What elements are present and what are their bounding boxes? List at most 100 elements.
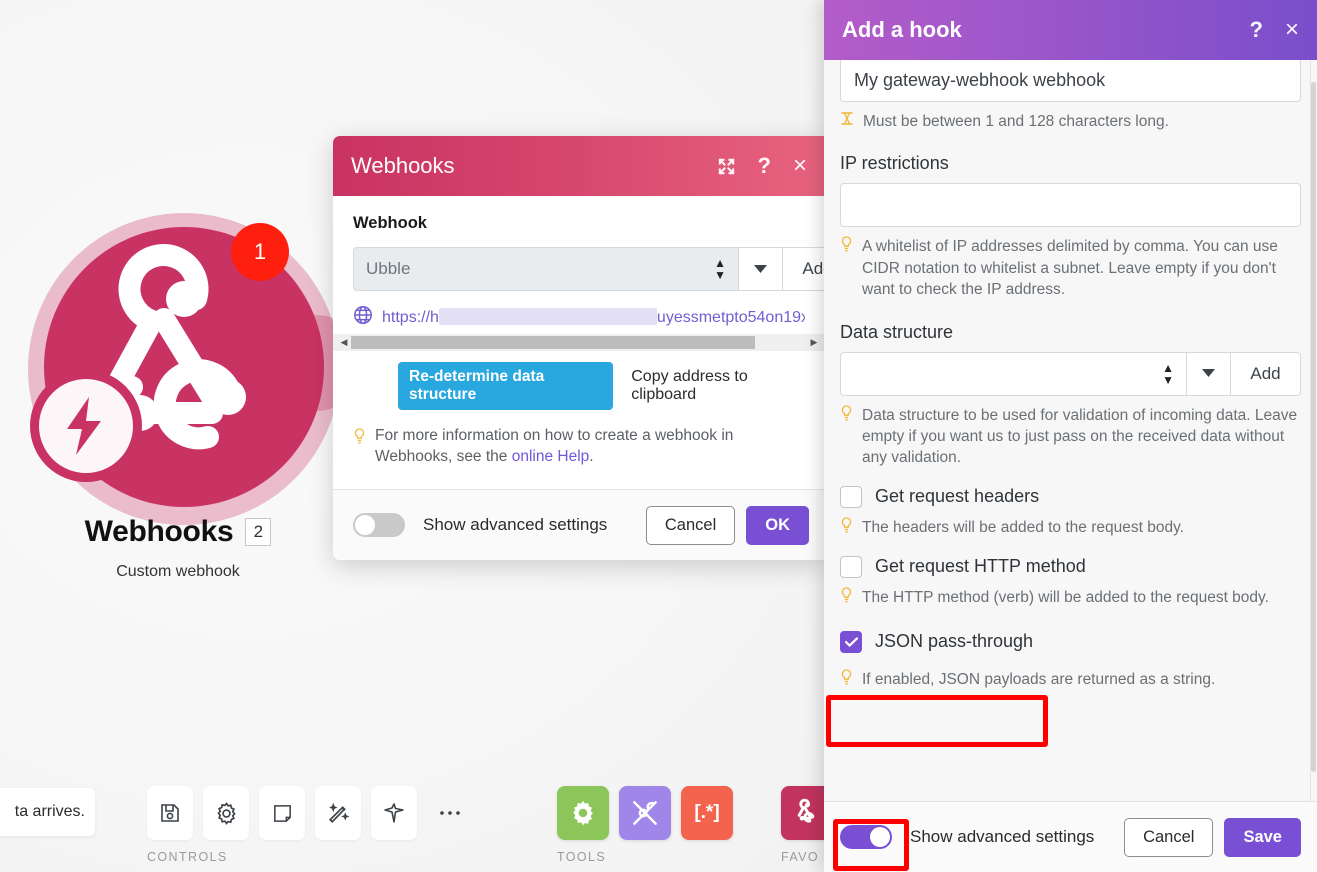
webhook-select-value: Ubble [366, 259, 411, 278]
webhooks-dialog-title: Webhooks [351, 153, 455, 178]
webhook-url[interactable]: https://h uyessmetpto54on19xc [382, 308, 805, 327]
show-advanced-settings-toggle-dialog[interactable] [353, 513, 405, 537]
expand-icon[interactable] [717, 157, 736, 176]
data-structure-add-button[interactable]: Add [1231, 351, 1301, 396]
help-icon[interactable]: ? [1250, 17, 1263, 43]
add-hook-panel-footer: Show advanced settings Cancel Save [824, 801, 1317, 872]
webhooks-dialog-header: Webhooks ? × [333, 136, 825, 196]
webhook-select-dropdown-toggle[interactable] [739, 247, 783, 291]
spinner-arrows-icon: ▲ ▼ [714, 256, 726, 282]
get-request-headers-hint-text: The headers will be added to the request… [862, 518, 1184, 536]
data-structure-hint: Data structure to be used for validation… [840, 404, 1301, 469]
show-advanced-settings-label-dialog: Show advanced settings [423, 515, 608, 534]
webhooks-dialog-header-actions: ? × [717, 152, 807, 180]
spinner-arrows-icon: ▲ ▼ [1162, 360, 1174, 387]
get-request-http-method-label: Get request HTTP method [875, 556, 1086, 577]
controls-group [147, 786, 473, 840]
data-structure-dropdown-toggle[interactable] [1187, 351, 1231, 396]
controls-label: CONTROLS [147, 850, 228, 864]
get-request-headers-row[interactable]: Get request headers [840, 485, 1301, 508]
get-request-http-method-hint-text: The HTTP method (verb) will be added to … [862, 588, 1269, 606]
json-pass-through-checkbox[interactable] [840, 630, 862, 653]
webhook-hint: For more information on how to create a … [353, 426, 805, 467]
redetermine-data-structure-button[interactable]: Re-determine data structure [398, 362, 614, 410]
tools-gear-tile[interactable] [557, 786, 609, 840]
data-structure-select[interactable]: ▲ ▼ [840, 351, 1187, 396]
save-button[interactable]: Save [1224, 817, 1301, 857]
lightbulb-icon [840, 236, 853, 258]
get-request-http-method-row[interactable]: Get request HTTP method [840, 555, 1301, 578]
show-advanced-settings-label-panel: Show advanced settings [910, 827, 1095, 846]
cancel-button-dialog[interactable]: Cancel [645, 505, 736, 545]
node-title-row: Webhooks 2 [18, 515, 338, 549]
webhook-select-row: Ubble ▲▼ Add [353, 247, 825, 291]
lightbulb-icon [840, 668, 853, 691]
add-hook-panel: Add a hook ? × My gateway-webhook webhoo… [824, 0, 1317, 872]
ok-button[interactable]: OK [746, 505, 809, 545]
copy-address-button[interactable]: Copy address to clipboard [631, 368, 805, 404]
json-pass-through-row[interactable]: JSON pass-through [840, 630, 1301, 653]
note-icon[interactable] [259, 786, 305, 840]
webhook-url-redacted [438, 308, 657, 325]
tools-wrench-tile[interactable] [619, 786, 671, 840]
characters-limit-icon [840, 111, 854, 131]
webhook-url-line: https://h uyessmetpto54on19xc [353, 305, 805, 330]
toggle-knob [355, 515, 375, 535]
webhook-url-horizontal-scrollbar[interactable]: ◀ ▶ [333, 334, 825, 351]
ip-restrictions-hint: A whitelist of IP addresses delimited by… [840, 236, 1301, 300]
module-node-webhooks[interactable]: 1 Webhooks 2 Custom webhook [18, 213, 364, 580]
scroll-right-arrow-icon[interactable]: ▶ [807, 337, 821, 348]
data-structure-label: Data structure [840, 321, 954, 342]
webhook-name-value: My gateway-webhook webhook [854, 69, 1106, 90]
tools-group: [.*] [557, 786, 733, 840]
add-hook-panel-header: Add a hook ? × [824, 0, 1317, 60]
get-request-headers-hint: The headers will be added to the request… [840, 516, 1301, 539]
more-options-icon[interactable] [427, 786, 473, 840]
get-request-http-method-hint: The HTTP method (verb) will be added to … [840, 586, 1301, 609]
webhook-hint-part2: . [589, 447, 594, 465]
node-index-badge: 1 [231, 223, 289, 281]
panel-scrollbar[interactable] [1310, 60, 1316, 801]
save-icon[interactable] [147, 786, 193, 840]
data-structure-row: ▲ ▼ Add [840, 351, 1301, 396]
add-hook-panel-body[interactable]: My gateway-webhook webhook Must be betwe… [824, 60, 1317, 801]
auto-align-icon[interactable] [371, 786, 417, 840]
panel-scroll-thumb[interactable] [1311, 82, 1316, 772]
online-help-link[interactable]: online Help [512, 448, 590, 465]
settings-gear-icon[interactable] [203, 786, 249, 840]
webhook-url-suffix: uyessmetpto54on19xc [656, 309, 805, 326]
webhook-name-hint-text: Must be between 1 and 128 characters lon… [863, 113, 1169, 130]
webhook-name-input[interactable]: My gateway-webhook webhook [840, 60, 1301, 102]
add-hook-title: Add a hook [842, 17, 962, 42]
toggle-knob [870, 827, 890, 847]
webhook-select[interactable]: Ubble ▲ ▼ [353, 247, 739, 291]
data-structure-hint-text: Data structure to be used for validation… [862, 406, 1298, 467]
tools-label: TOOLS [557, 850, 607, 864]
node-subtitle: Custom webhook [116, 563, 240, 580]
magic-wand-icon[interactable] [315, 786, 361, 840]
tools-regex-tile[interactable]: [.*] [681, 786, 733, 840]
close-icon[interactable]: × [793, 152, 807, 180]
webhook-url-actions: Re-determine data structure Copy address… [353, 362, 805, 410]
get-request-headers-checkbox[interactable] [840, 485, 862, 508]
json-pass-through-hint-text: If enabled, JSON payloads are returned a… [862, 670, 1216, 688]
json-pass-through-hint: If enabled, JSON payloads are returned a… [840, 668, 1301, 691]
get-request-http-method-checkbox[interactable] [840, 555, 862, 578]
show-advanced-settings-toggle-panel[interactable] [840, 825, 892, 849]
close-icon[interactable]: × [1285, 16, 1299, 44]
ip-restrictions-hint-text: A whitelist of IP addresses delimited by… [862, 238, 1278, 299]
scroll-thumb[interactable] [351, 336, 755, 349]
webhook-add-button[interactable]: Add [783, 247, 825, 291]
instant-bolt-icon [30, 370, 142, 482]
tooltip-fragment: ta arrives. [0, 788, 95, 836]
globe-icon [353, 305, 373, 330]
webhooks-dialog: Webhooks ? × Webhook Ubble ▲ ▼ Ad https:… [333, 136, 825, 560]
ip-restrictions-label: IP restrictions [840, 153, 949, 174]
ip-restrictions-input[interactable] [840, 183, 1301, 228]
lightbulb-icon [840, 404, 853, 427]
help-icon[interactable]: ? [758, 153, 771, 179]
webhook-url-prefix: https://h [382, 309, 439, 326]
scroll-left-arrow-icon[interactable]: ◀ [337, 337, 351, 348]
cancel-button-panel[interactable]: Cancel [1124, 817, 1214, 857]
get-request-headers-label: Get request headers [875, 486, 1040, 507]
